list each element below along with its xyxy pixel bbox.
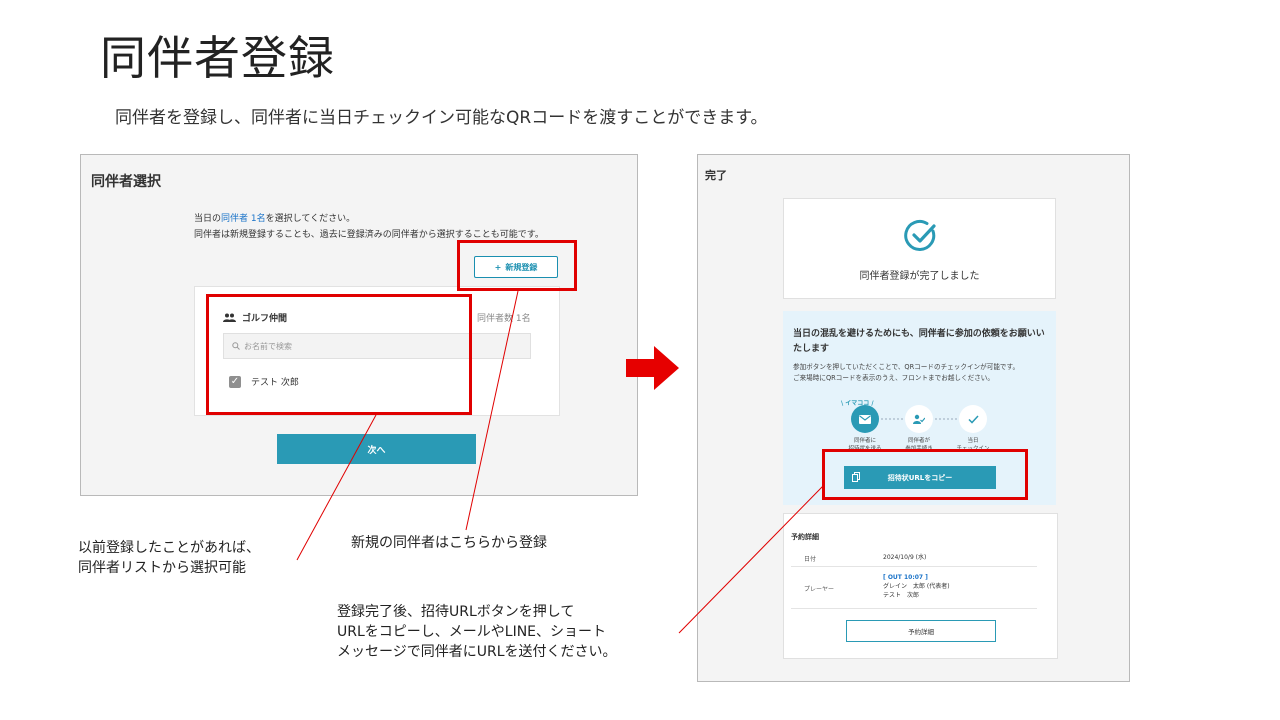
step-label: 完了 [705, 169, 727, 182]
highlight-box-new-button [457, 240, 577, 291]
details-title: 予約詳細 [791, 533, 819, 541]
highlight-box-group [206, 294, 472, 415]
invite-title: 当日の混乱を避けるためにも、同伴者に参加の依頼をお願いいたします [793, 329, 1045, 354]
completion-screen: 完了 同伴者登録が完了しました 当日の混乱を避けるためにも、同伴者に参加の依頼を… [697, 154, 1130, 682]
step-1 [851, 405, 879, 433]
completion-card: 同伴者登録が完了しました [783, 198, 1056, 299]
instruction-text: 当日の同伴者 1名を選択してください。 [194, 211, 355, 224]
invite-desc-line2: ご来場時にQRコードを表示のうえ、フロントまでお越しください。 [793, 374, 994, 382]
right-arrow-icon [626, 346, 679, 390]
instruction-suffix: を選択してください。 [265, 214, 356, 224]
invite-description: 参加ボタンを押していただくことで、QRコードのチェックインが可能です。 ご来場時… [793, 362, 1063, 384]
date-value: 2024/10/9 (水) [883, 554, 927, 561]
step-3 [959, 405, 987, 433]
reservation-details-button[interactable]: 予約詳細 [846, 620, 996, 642]
companion-count-link: 同伴者 1名 [221, 214, 266, 224]
check-icon [967, 414, 979, 424]
next-button[interactable]: 次へ [277, 434, 476, 464]
invite-desc-line1: 参加ボタンを押していただくことで、QRコードのチェックインが可能です。 [793, 363, 1020, 371]
note-new-companion: 新規の同伴者はこちらから登録 [351, 535, 547, 551]
player-label: プレーヤー [804, 586, 835, 593]
highlight-box-copy-button [822, 449, 1028, 500]
divider [791, 608, 1037, 609]
slide-subtitle: 同伴者を登録し、同伴者に当日チェックイン可能なQRコードを渡すことができます。 [115, 108, 768, 128]
companion-count: 同伴者数 1名 [477, 314, 531, 324]
slide-title: 同伴者登録 [100, 31, 335, 85]
player-1: グレイン 太郎 (代表者) [883, 583, 950, 590]
check-circle-icon [904, 220, 936, 251]
player-2: テスト 次郎 [883, 592, 920, 599]
instruction-text-2: 同伴者は新規登録することも、過去に登録済みの同伴者から選択することも可能です。 [194, 230, 544, 240]
tee-time: [ OUT 10:07 ] [883, 574, 928, 581]
instruction-prefix: 当日の [194, 214, 222, 224]
person-check-icon [913, 414, 925, 424]
mail-icon [859, 414, 871, 424]
completion-message: 同伴者登録が完了しました [859, 271, 980, 282]
note-copy-url: 登録完了後、招待URLボタンを押して URLをコピーし、メールやLINE、ショー… [337, 604, 617, 660]
screen-heading: 同伴者選択 [91, 174, 161, 190]
reservation-details-card: 予約詳細 日付 2024/10/9 (水) プレーヤー [ OUT 10:07 … [783, 513, 1058, 659]
date-label: 日付 [804, 556, 817, 563]
divider [791, 566, 1037, 567]
note-select-from-list: 以前登録したことがあれば、 同伴者リストから選択可能 [78, 540, 260, 576]
invite-steps: \ イマココ / 同伴者に 招待状を送る 同伴者が 参加手続き 当日 チェックイン [783, 395, 1056, 455]
step-2 [905, 405, 933, 433]
